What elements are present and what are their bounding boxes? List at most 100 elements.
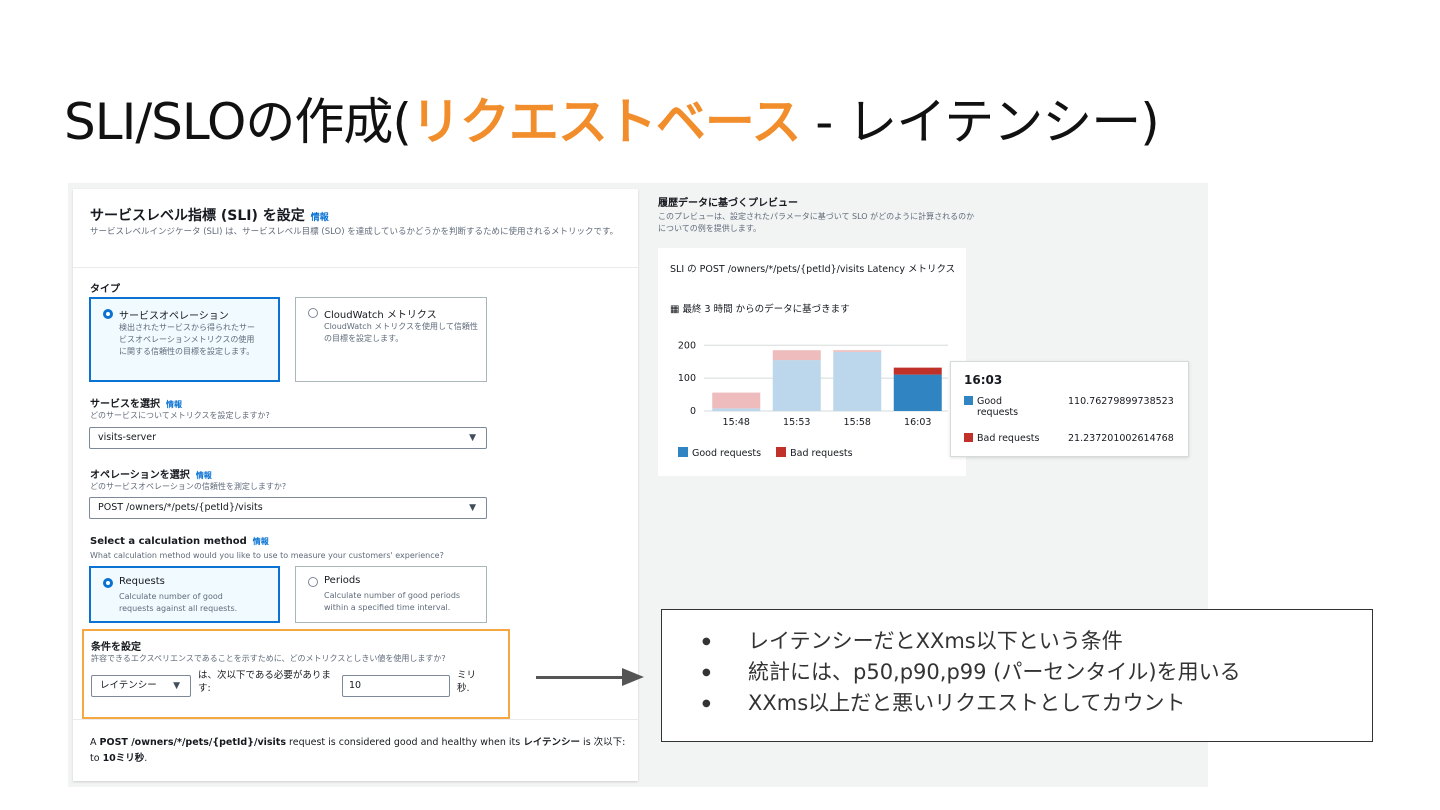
chart-legend: Good requests Bad requests bbox=[678, 447, 853, 459]
latency-bar-chart: 0 100 200 15:48 15:53 15:58 16:03 bbox=[678, 340, 948, 428]
tile-title: Periods bbox=[324, 575, 361, 586]
bar-good bbox=[712, 408, 761, 411]
form-header: サービスレベル指標 (SLI) を設定 情報 サービスレベルインジケータ (SLI… bbox=[73, 189, 638, 268]
x-tick-label: 15:48 bbox=[723, 417, 750, 428]
tooltip-good-label-2: requests bbox=[977, 407, 1019, 418]
arrow-line bbox=[536, 676, 626, 679]
footer-operation: POST /owners/*/pets/{petId}/visits bbox=[99, 737, 287, 748]
radio-unselected[interactable] bbox=[308, 308, 318, 318]
tooltip-bad-value: 21.237201002614768 bbox=[1068, 433, 1174, 444]
tooltip-good-label: Good bbox=[977, 396, 1003, 407]
calc-label-text: Select a calculation method bbox=[90, 536, 247, 547]
bar-bad bbox=[833, 350, 882, 352]
info-link[interactable]: 情報 bbox=[253, 537, 269, 546]
chart-tooltip: 16:03 Good requests 110.76279899738523 Ba… bbox=[950, 361, 1189, 457]
x-tick-label: 15:53 bbox=[783, 417, 810, 428]
form-description: サービスレベルインジケータ (SLI) は、サービスレベル目標 (SLO) を達… bbox=[90, 227, 619, 237]
preview-description: このプレビューは、設定されたパラメータに基づいて SLO がどのように計算される… bbox=[658, 212, 975, 233]
x-tick-label: 16:03 bbox=[904, 417, 931, 428]
notes-list: レイテンシーだとXXms以下という条件 統計には、p50,p90,p99 (パー… bbox=[702, 626, 1241, 719]
operation-select[interactable]: POST /owners/*/pets/{petId}/visits ▼ bbox=[89, 497, 487, 519]
tile-desc: CloudWatch メトリクスを使用して信頼性の目標を設定します。 bbox=[324, 322, 478, 343]
condition-label: 条件を設定 bbox=[91, 642, 141, 653]
info-link[interactable]: 情報 bbox=[311, 213, 329, 223]
title-highlight: リクエストベース bbox=[410, 93, 801, 151]
bad-swatch bbox=[964, 433, 973, 442]
tooltip-bad-label: Bad requests bbox=[977, 433, 1040, 444]
metric-select-value: レイテンシー bbox=[100, 680, 157, 691]
notes-box: レイテンシーだとXXms以下という条件 統計には、p50,p90,p99 (パー… bbox=[661, 609, 1373, 742]
radio-selected[interactable] bbox=[103, 578, 113, 588]
y-tick-label: 200 bbox=[678, 340, 696, 351]
service-select[interactable]: visits-server ▼ bbox=[89, 427, 487, 449]
title-prefix: SLI/SLOの作成( bbox=[64, 93, 412, 151]
x-tick-label: 15:58 bbox=[844, 417, 871, 428]
form-footer: A POST /owners/*/pets/{petId}/visits req… bbox=[73, 719, 638, 782]
info-link[interactable]: 情報 bbox=[166, 400, 182, 409]
tooltip-good-value: 110.76279899738523 bbox=[1068, 396, 1174, 407]
footer-summary: A POST /owners/*/pets/{petId}/visits req… bbox=[90, 735, 630, 767]
note-item: レイテンシーだとXXms以下という条件 bbox=[702, 626, 1241, 657]
bar-bad bbox=[893, 367, 942, 375]
bar-bad bbox=[712, 392, 761, 409]
service-select-value: visits-server bbox=[98, 432, 157, 443]
footer-part: . bbox=[144, 753, 148, 764]
tile-desc: Calculate number of good requests agains… bbox=[119, 592, 238, 613]
service-label-text: サービスを選択 bbox=[90, 399, 160, 410]
calc-option-requests[interactable]: Requests Calculate number of good reques… bbox=[89, 566, 280, 623]
calc-option-periods[interactable]: Periods Calculate number of good periods… bbox=[295, 566, 487, 623]
legend-bad[interactable]: Bad requests bbox=[790, 448, 852, 459]
legend-good[interactable]: Good requests bbox=[692, 448, 761, 459]
type-option-service-operation[interactable]: サービスオペレーション 検出されたサービスから得られたサービスオペレーションメト… bbox=[89, 297, 280, 382]
good-swatch bbox=[678, 447, 688, 457]
tooltip-good-row: Good requests bbox=[964, 396, 1018, 418]
chart-subtitle: ▦ 最終 3 時間 からのデータに基づきます bbox=[670, 301, 850, 315]
y-tick-label: 0 bbox=[690, 406, 696, 417]
condition-highlight-box: 条件を設定 許容できるエクスペリエンスであることを示すために、どのメトリクスとし… bbox=[82, 629, 510, 719]
bar-bad bbox=[772, 350, 821, 361]
good-swatch bbox=[964, 396, 973, 405]
arrow-right-icon bbox=[622, 668, 644, 686]
tooltip-time: 16:03 bbox=[964, 373, 1003, 387]
chart-title: SLI の POST /owners/*/pets/{petId}/visits… bbox=[670, 264, 956, 275]
preview-title: 履歴データに基づくプレビュー bbox=[658, 198, 798, 209]
operation-label-text: オペレーションを選択 bbox=[90, 470, 190, 481]
operation-select-value: POST /owners/*/pets/{petId}/visits bbox=[98, 502, 263, 513]
caret-down-icon: ▼ bbox=[173, 681, 180, 691]
bar-good bbox=[833, 351, 882, 411]
y-tick-label: 100 bbox=[678, 373, 696, 384]
caret-down-icon: ▼ bbox=[469, 503, 476, 513]
form-title-text: サービスレベル指標 (SLI) を設定 bbox=[90, 208, 305, 224]
metric-select[interactable]: レイテンシー ▼ bbox=[91, 675, 191, 697]
unit-label: ミリ秒. bbox=[457, 670, 477, 694]
service-label: サービスを選択 情報 bbox=[90, 395, 182, 410]
calc-method-label: Select a calculation method 情報 bbox=[90, 536, 269, 547]
slide-title: SLI/SLOの作成(リクエストベース - レイテンシー) bbox=[64, 82, 1160, 154]
footer-part: A bbox=[90, 737, 100, 748]
tile-title: Requests bbox=[119, 576, 165, 587]
type-option-cloudwatch[interactable]: CloudWatch メトリクス CloudWatch メトリクスを使用して信頼… bbox=[295, 297, 487, 382]
bar-good bbox=[772, 360, 821, 411]
radio-selected[interactable] bbox=[103, 309, 113, 319]
form-title: サービスレベル指標 (SLI) を設定 情報 bbox=[90, 205, 329, 225]
bar-good bbox=[893, 374, 942, 411]
condition-hint: 許容できるエクスペリエンスであることを示すために、どのメトリクスとしきい値を使用… bbox=[91, 654, 446, 663]
chart-subtitle-text: 最終 3 時間 からのデータに基づきます bbox=[682, 304, 850, 315]
threshold-input[interactable]: 10 bbox=[342, 675, 450, 697]
service-hint: どのサービスについてメトリクスを設定しますか? bbox=[90, 411, 270, 420]
operation-label: オペレーションを選択 情報 bbox=[90, 466, 212, 481]
footer-value: 10ミリ秒 bbox=[102, 753, 145, 764]
info-link[interactable]: 情報 bbox=[196, 471, 212, 480]
title-suffix: - レイテンシー) bbox=[800, 93, 1159, 151]
note-item: XXms以上だと悪いリクエストとしてカウント bbox=[702, 688, 1241, 719]
type-label: タイプ bbox=[90, 284, 120, 295]
calendar-icon: ▦ bbox=[670, 304, 680, 315]
bad-swatch bbox=[776, 447, 787, 457]
calc-hint: What calculation method would you like t… bbox=[90, 551, 444, 560]
tooltip-bad-row: Bad requests bbox=[964, 433, 1039, 444]
sli-form-panel: サービスレベル指標 (SLI) を設定 情報 サービスレベルインジケータ (SLI… bbox=[73, 189, 638, 781]
note-item: 統計には、p50,p90,p99 (パーセンタイル)を用いる bbox=[702, 657, 1241, 688]
radio-unselected[interactable] bbox=[308, 577, 318, 587]
caret-down-icon: ▼ bbox=[469, 433, 476, 443]
tile-title: CloudWatch メトリクス bbox=[324, 310, 437, 321]
